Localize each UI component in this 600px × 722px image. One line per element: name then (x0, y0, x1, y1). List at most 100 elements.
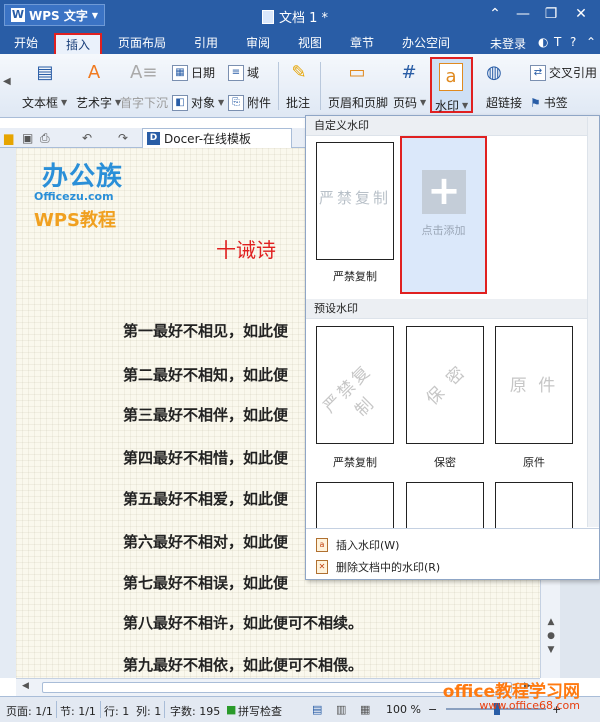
close-button[interactable]: ✕ (570, 5, 592, 23)
print-icon[interactable]: ⎙ (40, 131, 50, 146)
zoom-out-button[interactable]: − (428, 703, 437, 716)
thumb-watermark-text: 严禁复制 (319, 360, 380, 421)
ribbon-scroll-left-icon[interactable]: ◀ (3, 76, 11, 87)
dropcap-icon: A≡ (130, 62, 158, 83)
tab-start[interactable]: 开始 (4, 33, 48, 54)
docer-tab-label: Docer-在线模板 (164, 132, 252, 146)
status-spellcheck[interactable]: 拼写检查 (238, 703, 282, 719)
poem-line: 第五最好不相爱，如此便 (123, 490, 289, 508)
attachment-button[interactable]: ⎘ 附件 (228, 94, 271, 111)
remove-watermark-icon: ✕ (316, 560, 328, 574)
date-button[interactable]: ▦ 日期 (172, 64, 215, 81)
preset-watermark-label: 严禁复制 (333, 456, 377, 469)
redo-icon[interactable]: ↷ (118, 131, 128, 145)
dropdown-scrollbar[interactable] (587, 117, 599, 527)
tab-view[interactable]: 视图 (288, 33, 332, 54)
page-number-button[interactable]: 页码 ▼ (393, 94, 426, 111)
wps-logo-icon: W (11, 8, 25, 22)
collapse-ribbon-icon[interactable]: ⌃ (484, 5, 506, 23)
watermark-button[interactable]: a 水印 ▼ (430, 57, 473, 113)
next-page-icon[interactable]: ▼ (544, 644, 558, 656)
object-button[interactable]: ◧ 对象 ▼ (172, 94, 224, 111)
comment-label: 批注 (286, 96, 311, 110)
preset-watermark-thumb[interactable] (316, 482, 394, 528)
textbox-button[interactable]: 文本框 ▼ (22, 94, 67, 111)
preset-watermark-label: 保密 (434, 456, 456, 469)
hyperlink-icon: ◍ (486, 62, 502, 83)
outline-view-icon[interactable]: ▥ (336, 703, 346, 716)
insert-watermark-menu-item[interactable]: a 插入水印(W) (316, 537, 399, 553)
preset-watermark-thumb[interactable] (495, 482, 573, 528)
document-title-text: 文档 1 * (279, 11, 329, 26)
object-label: 对象 (191, 96, 216, 110)
scroll-left-icon[interactable]: ◀ (22, 681, 29, 691)
open-folder-icon[interactable]: ▆ (4, 131, 13, 145)
field-button[interactable]: ≡ 域 (228, 64, 259, 81)
skin-icon[interactable]: ◐ (538, 35, 548, 49)
bookmark-icon: ⚑ (530, 95, 541, 110)
hyperlink-button[interactable]: 超链接 (486, 94, 522, 111)
header-footer-button[interactable]: 页眉和页脚 (328, 94, 388, 111)
remove-watermark-label: 删除文档中的水印(R) (336, 561, 441, 574)
status-word-count[interactable]: 字数: 195 (170, 703, 220, 719)
bookmark-button[interactable]: ⚑ 书签 (530, 94, 568, 111)
poem-line: 第二最好不相知，如此便 (123, 366, 289, 384)
preset-watermark-thumb[interactable] (406, 482, 484, 528)
status-section: 节: 1/1 (60, 705, 96, 718)
watermark-label-wrap: 水印 ▼ (435, 97, 468, 114)
dropcap-button[interactable]: 首字下沉 (120, 94, 168, 111)
chevron-down-icon: ▼ (462, 101, 469, 110)
login-status[interactable]: 未登录 (490, 35, 526, 52)
left-ruler (0, 148, 16, 678)
preset-watermark-thumb[interactable]: 原 件 (495, 326, 573, 444)
tab-page-layout[interactable]: 页面布局 (108, 33, 176, 54)
poem-line: 第九最好不相依，如此便可不相偎。 (123, 656, 364, 674)
prev-page-icon[interactable]: ▲ (544, 616, 558, 628)
chevron-down-icon: ▼ (420, 98, 427, 107)
help-icon[interactable]: ? (570, 35, 576, 49)
crossref-button[interactable]: ⇄ 交叉引用 (530, 64, 597, 81)
tab-references[interactable]: 引用 (184, 33, 228, 54)
plus-icon: + (422, 170, 466, 214)
font-icon[interactable]: T (554, 35, 561, 49)
status-divider (56, 701, 57, 718)
wordart-button[interactable]: 艺术字 ▼ (76, 94, 121, 111)
reading-view-icon[interactable]: ▦ (360, 703, 370, 716)
remove-watermark-menu-item[interactable]: ✕ 删除文档中的水印(R) (316, 559, 440, 575)
save-icon[interactable]: ▣ (22, 131, 33, 145)
app-menu-button[interactable]: W WPS 文字 ▼ (4, 4, 106, 26)
wordart-label: 艺术字 (76, 96, 113, 110)
add-watermark-label: 点击添加 (421, 224, 466, 237)
tab-office-space[interactable]: 办公空间 (392, 33, 460, 54)
page-view-icon[interactable]: ▤ (312, 703, 322, 716)
brand-tagline: WPS教程 (34, 210, 117, 231)
scroll-thumb[interactable] (42, 682, 512, 693)
minimize-button[interactable]: — (512, 5, 534, 23)
preset-watermark-thumb[interactable]: 保 密 (406, 326, 484, 444)
preset-watermark-thumb[interactable]: 严禁复制 (316, 326, 394, 444)
poem-line: 第八最好不相许，如此便可不相续。 (123, 614, 364, 632)
crossref-label: 交叉引用 (549, 66, 598, 80)
header-footer-label: 页眉和页脚 (328, 96, 389, 110)
comment-button[interactable]: 批注 (286, 94, 310, 111)
custom-watermark-thumb[interactable]: 严禁复制 (316, 142, 394, 260)
tab-docer-templates[interactable]: D Docer-在线模板 (142, 128, 292, 148)
attachment-label: 附件 (247, 96, 272, 110)
title-bar: W WPS 文字 ▼ 文档 1 * ⌃ — ❐ ✕ (0, 0, 600, 30)
spellcheck-icon: ■ (226, 703, 237, 716)
poem-line: 第七最好不相误，如此便 (123, 574, 289, 592)
tab-review[interactable]: 审阅 (236, 33, 280, 54)
chevron-down-icon: ▼ (91, 10, 99, 20)
undo-icon[interactable]: ↶ (82, 131, 92, 145)
document-icon (262, 9, 274, 24)
add-custom-watermark-button[interactable]: + 点击添加 (400, 136, 487, 294)
docer-icon: D (147, 132, 160, 145)
select-browse-icon[interactable]: ● (544, 630, 558, 642)
maximize-button[interactable]: ❐ (540, 5, 562, 23)
watermark-label: 水印 (435, 99, 460, 113)
zoom-level[interactable]: 100 % (386, 703, 421, 716)
tab-chapter[interactable]: 章节 (340, 33, 384, 54)
tab-insert[interactable]: 插入 (54, 33, 103, 54)
custom-watermark-header: 自定义水印 (306, 116, 599, 136)
collapse-icon[interactable]: ⌃ (586, 35, 596, 49)
